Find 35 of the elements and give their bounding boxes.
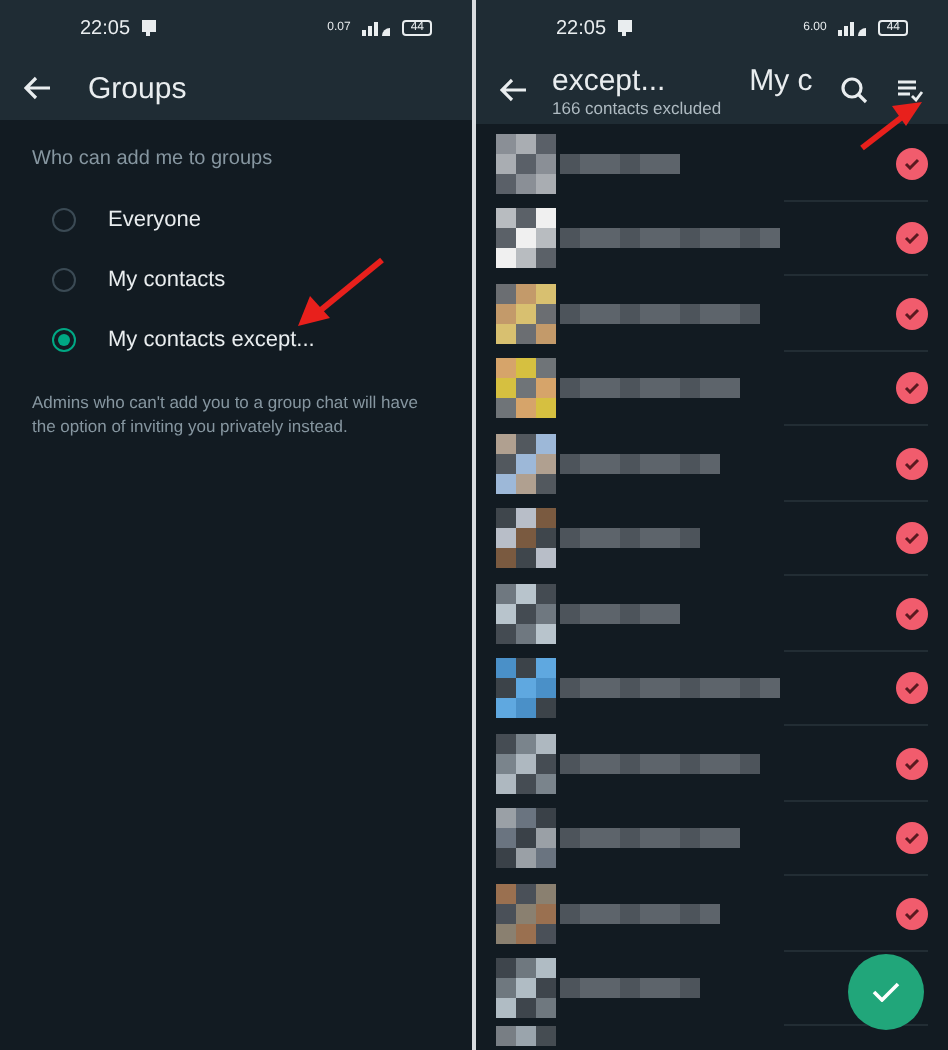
notification-icon <box>142 20 157 36</box>
radio-button[interactable] <box>52 208 76 232</box>
checkmark-icon <box>872 982 900 1002</box>
checkmark-icon[interactable] <box>896 222 928 255</box>
status-time: 22:05 <box>556 17 607 39</box>
signal-icon <box>838 20 867 36</box>
excluded-count: 166 contacts excluded <box>552 97 722 117</box>
checkmark-icon[interactable] <box>896 747 928 780</box>
checkmark-icon[interactable] <box>896 672 928 705</box>
checkmark-icon[interactable] <box>896 897 928 930</box>
hidden-title: My c <box>749 63 813 97</box>
arrow-annotation <box>860 100 924 150</box>
back-button[interactable] <box>496 74 532 106</box>
checkmark-icon[interactable] <box>896 297 928 330</box>
checkmark-icon[interactable] <box>896 447 928 480</box>
checkmark-icon[interactable] <box>896 597 928 630</box>
notification-icon <box>618 20 633 36</box>
info-note: Admins who can't add you to a group chat will have the option of inviting you privately instead. <box>32 390 420 438</box>
checkmark-icon[interactable] <box>896 147 928 180</box>
back-button[interactable] <box>20 72 56 104</box>
option-label[interactable]: My contacts <box>108 268 226 292</box>
checkmark-icon[interactable] <box>896 822 928 855</box>
screen-title: except... <box>552 63 668 97</box>
signal-icon <box>362 20 391 36</box>
radio-button[interactable] <box>52 328 76 352</box>
status-time: 22:05 <box>80 17 131 39</box>
section-label: Who can add me to groups <box>32 148 275 170</box>
checkmark-icon[interactable] <box>896 522 928 555</box>
option-label[interactable]: Everyone <box>108 208 201 232</box>
arrow-annotation <box>296 256 386 328</box>
search-button[interactable] <box>836 72 872 108</box>
option-label[interactable]: My contacts except... <box>108 328 315 352</box>
checkmark-icon[interactable] <box>896 372 928 405</box>
radio-button[interactable] <box>52 268 76 292</box>
screen-title: Groups <box>88 71 187 105</box>
